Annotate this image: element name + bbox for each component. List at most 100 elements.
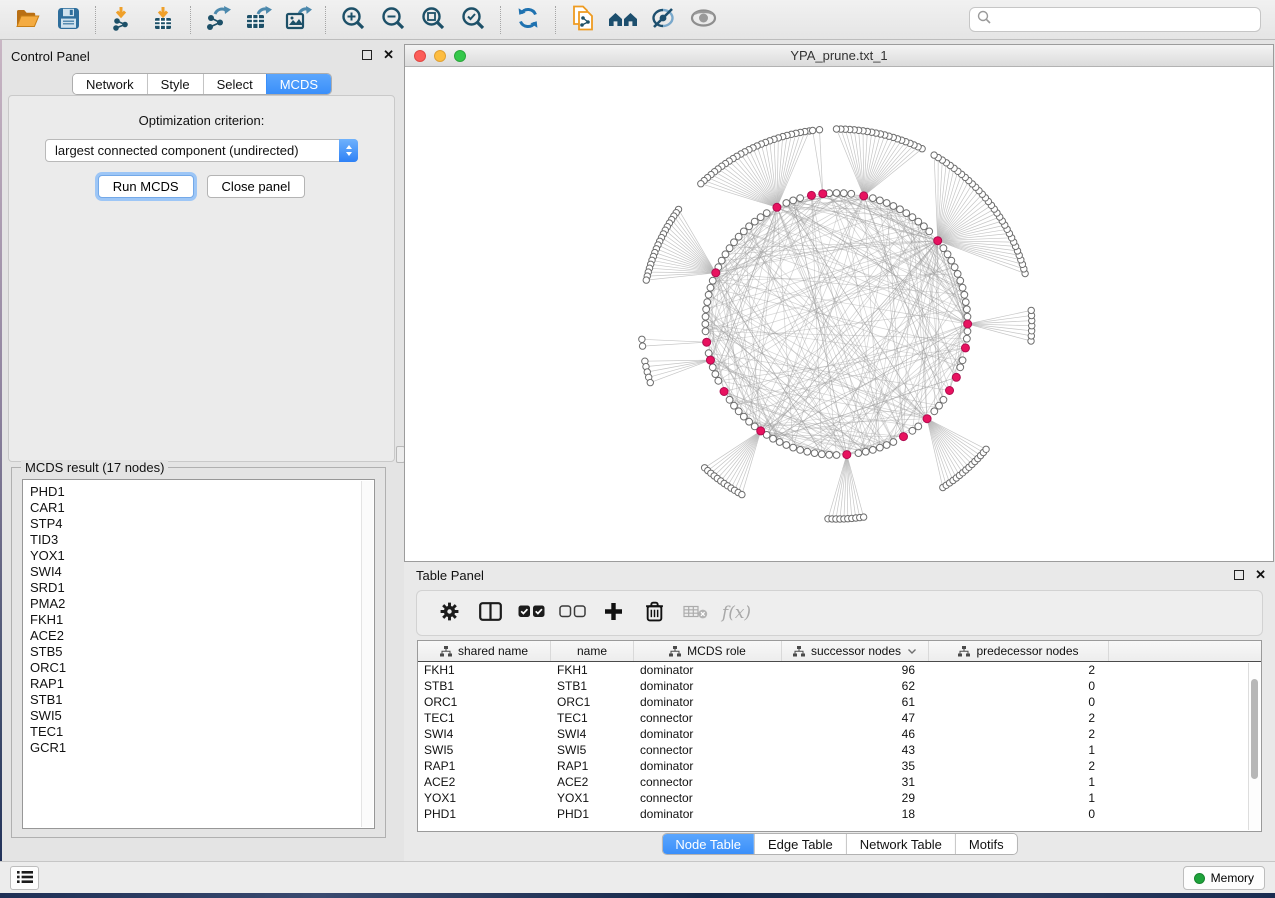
- graph-node[interactable]: [962, 299, 969, 306]
- mcds-result-item[interactable]: CAR1: [30, 500, 374, 516]
- hide-graphics-details-button[interactable]: [683, 4, 723, 36]
- graph-node[interactable]: [964, 328, 971, 335]
- task-history-button[interactable]: [10, 866, 39, 890]
- graph-node[interactable]: [957, 277, 964, 284]
- close-traffic-light[interactable]: [414, 50, 426, 62]
- mcds-result-item[interactable]: TEC1: [30, 724, 374, 740]
- graph-leaf-node[interactable]: [1028, 307, 1034, 313]
- mcds-hub-node[interactable]: [843, 451, 851, 459]
- table-row[interactable]: PHD1PHD1dominator180: [418, 806, 1261, 822]
- graph-node[interactable]: [961, 291, 968, 298]
- graph-node[interactable]: [702, 321, 709, 328]
- list-scrollbar[interactable]: [361, 481, 373, 827]
- mcds-result-item[interactable]: PHD1: [30, 484, 374, 500]
- table-row[interactable]: ORC1ORC1dominator610: [418, 694, 1261, 710]
- table-row[interactable]: YOX1YOX1connector291: [418, 790, 1261, 806]
- graph-node[interactable]: [735, 233, 742, 240]
- mcds-hub-node[interactable]: [819, 190, 827, 198]
- export-network-button[interactable]: [198, 4, 238, 36]
- graph-node[interactable]: [936, 402, 943, 409]
- graph-node[interactable]: [703, 306, 710, 313]
- mcds-result-item[interactable]: STB5: [30, 644, 374, 660]
- graph-node[interactable]: [883, 200, 890, 207]
- graph-node[interactable]: [944, 251, 951, 258]
- mcds-hub-node[interactable]: [952, 373, 960, 381]
- table-tab-network-table[interactable]: Network Table: [846, 834, 955, 854]
- mcds-result-item[interactable]: ORC1: [30, 660, 374, 676]
- mcds-hub-node[interactable]: [946, 387, 954, 395]
- graph-node[interactable]: [740, 413, 747, 420]
- graph-node[interactable]: [940, 396, 947, 403]
- table-tab-node-table[interactable]: Node Table: [662, 834, 754, 854]
- column-header-shared-name[interactable]: shared name: [418, 641, 551, 661]
- graph-node[interactable]: [826, 451, 833, 458]
- mcds-result-item[interactable]: ACE2: [30, 628, 374, 644]
- graph-node[interactable]: [883, 442, 890, 449]
- table-row[interactable]: FKH1FKH1dominator962: [418, 662, 1261, 678]
- table-row[interactable]: STB1STB1dominator620: [418, 678, 1261, 694]
- mcds-hub-node[interactable]: [706, 356, 714, 364]
- settings-gear-button[interactable]: [429, 595, 470, 631]
- graph-node[interactable]: [840, 190, 847, 197]
- graph-node[interactable]: [722, 251, 729, 258]
- column-header-MCDS-role[interactable]: MCDS role: [634, 641, 782, 661]
- column-header-successor-nodes[interactable]: successor nodes: [782, 641, 929, 661]
- graph-node[interactable]: [890, 439, 897, 446]
- import-table-button[interactable]: [143, 4, 183, 36]
- graph-node[interactable]: [909, 214, 916, 221]
- graph-node[interactable]: [959, 357, 966, 364]
- graph-leaf-node[interactable]: [931, 152, 937, 158]
- graph-node[interactable]: [797, 447, 804, 454]
- graph-node[interactable]: [915, 423, 922, 430]
- mcds-hub-node[interactable]: [712, 269, 720, 277]
- save-session-button[interactable]: [48, 4, 88, 36]
- tab-mcds[interactable]: MCDS: [266, 74, 331, 94]
- column-header-name[interactable]: name: [551, 641, 634, 661]
- graph-node[interactable]: [920, 223, 927, 230]
- graph-leaf-node[interactable]: [816, 127, 822, 133]
- graph-node[interactable]: [940, 245, 947, 252]
- toggle-panes-button[interactable]: [470, 595, 511, 631]
- graph-node[interactable]: [833, 190, 840, 197]
- graph-node[interactable]: [876, 197, 883, 204]
- graph-node[interactable]: [909, 427, 916, 434]
- graph-node[interactable]: [705, 291, 712, 298]
- mcds-hub-node[interactable]: [807, 191, 815, 199]
- mcds-result-item[interactable]: STP4: [30, 516, 374, 532]
- graph-node[interactable]: [757, 214, 764, 221]
- table-row[interactable]: SWI4SWI4dominator462: [418, 726, 1261, 742]
- zoom-out-button[interactable]: [373, 4, 413, 36]
- zoom-fit-button[interactable]: [413, 4, 453, 36]
- mcds-result-item[interactable]: STB1: [30, 692, 374, 708]
- table-row[interactable]: RAP1RAP1dominator352: [418, 758, 1261, 774]
- search-input[interactable]: [996, 13, 1253, 27]
- graph-node[interactable]: [709, 277, 716, 284]
- tab-select[interactable]: Select: [203, 74, 266, 94]
- optimization-criterion-select[interactable]: largest connected component (undirected): [45, 139, 358, 162]
- mcds-result-item[interactable]: FKH1: [30, 612, 374, 628]
- show-graphics-details-button[interactable]: [643, 4, 683, 36]
- mcds-hub-node[interactable]: [757, 427, 765, 435]
- mcds-hub-node[interactable]: [899, 433, 907, 441]
- graph-leaf-node[interactable]: [647, 379, 653, 385]
- graph-node[interactable]: [903, 210, 910, 217]
- graph-node[interactable]: [712, 371, 719, 378]
- delete-column-button[interactable]: [634, 595, 675, 631]
- search-field[interactable]: [969, 7, 1261, 32]
- graph-node[interactable]: [751, 218, 758, 225]
- close-panel-button[interactable]: Close panel: [207, 175, 306, 198]
- graph-node[interactable]: [735, 408, 742, 415]
- graph-leaf-node[interactable]: [833, 126, 839, 132]
- graph-node[interactable]: [740, 228, 747, 235]
- clear-selection-button[interactable]: [552, 595, 593, 631]
- mcds-hub-node[interactable]: [860, 192, 868, 200]
- graph-node[interactable]: [964, 313, 971, 320]
- import-network-button[interactable]: [103, 4, 143, 36]
- mcds-result-item[interactable]: SWI5: [30, 708, 374, 724]
- graph-leaf-node[interactable]: [639, 336, 645, 342]
- graph-node[interactable]: [731, 402, 738, 409]
- mcds-hub-node[interactable]: [923, 415, 931, 423]
- graph-leaf-node[interactable]: [860, 514, 866, 520]
- maximize-traffic-light[interactable]: [454, 50, 466, 62]
- graph-node[interactable]: [707, 284, 714, 291]
